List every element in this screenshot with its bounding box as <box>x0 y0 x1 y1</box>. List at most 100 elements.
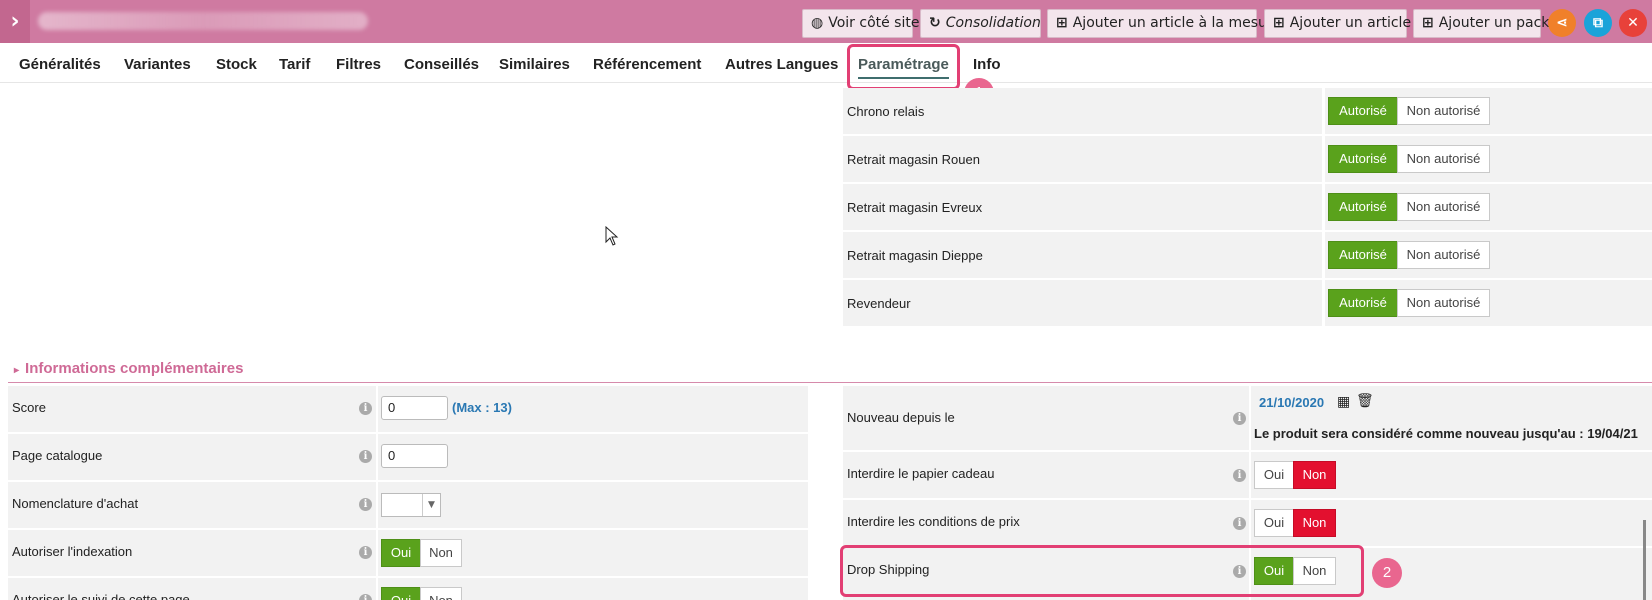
score-label: Score <box>12 400 46 415</box>
tab-conseilles[interactable]: Conseillés <box>404 56 479 73</box>
indexation-value-cell: Oui Non <box>378 530 808 576</box>
indexation-row: Autoriser l'indexation i <box>8 530 376 576</box>
nomenclature-label: Nomenclature d'achat <box>12 496 139 511</box>
page-catalogue-label: Page catalogue <box>12 448 103 463</box>
tab-autres-langues[interactable]: Autres Langues <box>725 56 838 73</box>
score-row: Score i <box>8 386 376 432</box>
delivery-row-label: Retrait magasin Rouen <box>847 152 980 167</box>
tab-generalites[interactable]: Généralités <box>19 56 101 73</box>
top-toolbar: › ◍ Voir côté site ↻ Consolidation ⊞ Ajoute… <box>0 0 1652 43</box>
score-value-cell: 0 (Max : 13) <box>378 386 808 432</box>
allowed-option[interactable]: Autorisé <box>1328 145 1398 173</box>
indexation-no-option[interactable]: Non <box>420 539 462 567</box>
delivery-toggle-cell: Autorisé Non autorisé <box>1325 136 1652 182</box>
consolidation-button[interactable]: ↻ Consolidation <box>920 9 1041 38</box>
tab-variantes[interactable]: Variantes <box>124 56 191 73</box>
papier-cadeau-row: Interdire le papier cadeau i <box>843 452 1249 498</box>
add-pack-button[interactable]: ⊞ Ajouter un pack <box>1413 9 1549 38</box>
suivi-yes-option[interactable]: Oui <box>381 587 421 600</box>
papier-cadeau-no-option[interactable]: Non <box>1293 461 1336 489</box>
add-article-label: Ajouter un article <box>1289 15 1412 31</box>
indexation-yes-option[interactable]: Oui <box>381 539 421 567</box>
delivery-row: Revendeur <box>843 280 1322 326</box>
nouveau-label: Nouveau depuis le <box>847 410 955 425</box>
suivi-label: Autoriser le suivi de cette page <box>12 592 190 600</box>
info-icon[interactable]: i <box>359 546 372 559</box>
tab-filtres[interactable]: Filtres <box>336 56 381 73</box>
conditions-prix-yes-option[interactable]: Oui <box>1254 509 1294 537</box>
info-icon[interactable]: i <box>1233 517 1246 530</box>
info-icon[interactable]: i <box>359 402 372 415</box>
not-allowed-option[interactable]: Non autorisé <box>1397 193 1490 221</box>
nomenclature-row: Nomenclature d'achat i <box>8 482 376 528</box>
conditions-prix-value-cell: Oui Non <box>1251 500 1652 546</box>
section-divider <box>8 382 1652 383</box>
nouveau-note: Le produit sera considéré comme nouveau … <box>1254 426 1638 441</box>
plus-square-icon: ⊞ <box>1422 15 1434 31</box>
info-icon[interactable]: i <box>1233 469 1246 482</box>
view-site-button[interactable]: ◍ Voir côté site <box>802 9 919 38</box>
allowed-option[interactable]: Autorisé <box>1328 193 1398 221</box>
view-site-label: Voir côté site <box>828 15 920 31</box>
info-icon[interactable]: i <box>359 594 372 600</box>
tab-info[interactable]: Info <box>973 56 1001 73</box>
share-icon[interactable]: ⋖ <box>1548 9 1576 37</box>
delivery-row: Retrait magasin Dieppe <box>843 232 1322 278</box>
add-custom-article-button[interactable]: ⊞ Ajouter un article à la mesure <box>1047 9 1281 38</box>
refresh-icon: ↻ <box>929 15 941 31</box>
papier-cadeau-value-cell: Oui Non <box>1251 452 1652 498</box>
delivery-row-label: Revendeur <box>847 296 911 311</box>
section-header[interactable]: ▸ Informations complémentaires <box>14 360 243 377</box>
delivery-toggle-cell: Autorisé Non autorisé <box>1325 184 1652 230</box>
not-allowed-option[interactable]: Non autorisé <box>1397 97 1490 125</box>
page-catalogue-input[interactable]: 0 <box>381 444 448 468</box>
not-allowed-option[interactable]: Non autorisé <box>1397 241 1490 269</box>
delivery-row: Retrait magasin Rouen <box>843 136 1322 182</box>
nouveau-row: Nouveau depuis le i <box>843 386 1249 450</box>
indexation-label: Autoriser l'indexation <box>12 544 133 559</box>
tab-tarif[interactable]: Tarif <box>279 56 310 73</box>
conditions-prix-no-option[interactable]: Non <box>1293 509 1336 537</box>
score-input[interactable]: 0 <box>381 396 448 420</box>
plus-square-icon: ⊞ <box>1056 15 1068 31</box>
add-pack-label: Ajouter un pack <box>1438 15 1550 31</box>
page-catalogue-row: Page catalogue i <box>8 434 376 480</box>
tab-stock[interactable]: Stock <box>216 56 257 73</box>
not-allowed-option[interactable]: Non autorisé <box>1397 145 1490 173</box>
not-allowed-option[interactable]: Non autorisé <box>1397 289 1490 317</box>
add-custom-article-label: Ajouter un article à la mesure <box>1072 15 1281 31</box>
page-catalogue-value-cell: 0 <box>378 434 808 480</box>
nomenclature-value-cell: ▼ <box>378 482 808 528</box>
duplicate-icon[interactable]: ⧉ <box>1584 9 1612 37</box>
delivery-row: Chrono relais <box>843 88 1322 134</box>
plus-square-icon: ⊞ <box>1273 15 1285 31</box>
add-article-button[interactable]: ⊞ Ajouter un article <box>1264 9 1411 38</box>
allowed-option[interactable]: Autorisé <box>1328 289 1398 317</box>
suivi-no-option[interactable]: Non <box>420 587 462 600</box>
calendar-icon[interactable]: ▦ <box>1337 394 1350 410</box>
tab-referencement[interactable]: Référencement <box>593 56 701 73</box>
delivery-toggle-cell: Autorisé Non autorisé <box>1325 232 1652 278</box>
blurred-product-title <box>38 12 368 30</box>
delivery-row: Retrait magasin Evreux <box>843 184 1322 230</box>
allowed-option[interactable]: Autorisé <box>1328 97 1398 125</box>
nouveau-date[interactable]: 21/10/2020 <box>1259 395 1324 410</box>
conditions-prix-row: Interdire les conditions de prix i <box>843 500 1249 546</box>
tab-similaires[interactable]: Similaires <box>499 56 570 73</box>
highlight-parametrage-tab <box>847 44 960 90</box>
info-icon[interactable]: i <box>359 498 372 511</box>
score-max-label: (Max : 13) <box>452 400 512 415</box>
allowed-option[interactable]: Autorisé <box>1328 241 1398 269</box>
nomenclature-select[interactable]: ▼ <box>381 493 441 517</box>
mouse-cursor-icon <box>605 226 619 246</box>
chevron-right-icon[interactable]: › <box>0 0 30 43</box>
papier-cadeau-yes-option[interactable]: Oui <box>1254 461 1294 489</box>
delivery-row-label: Chrono relais <box>847 104 925 119</box>
trash-icon[interactable]: 🗑 <box>1356 393 1374 409</box>
globe-icon: ◍ <box>811 15 824 31</box>
consolidation-label: Consolidation <box>945 15 1041 31</box>
info-icon[interactable]: i <box>1233 412 1246 425</box>
close-icon[interactable]: ✕ <box>1619 9 1647 37</box>
scrollbar[interactable] <box>1643 520 1646 600</box>
info-icon[interactable]: i <box>359 450 372 463</box>
